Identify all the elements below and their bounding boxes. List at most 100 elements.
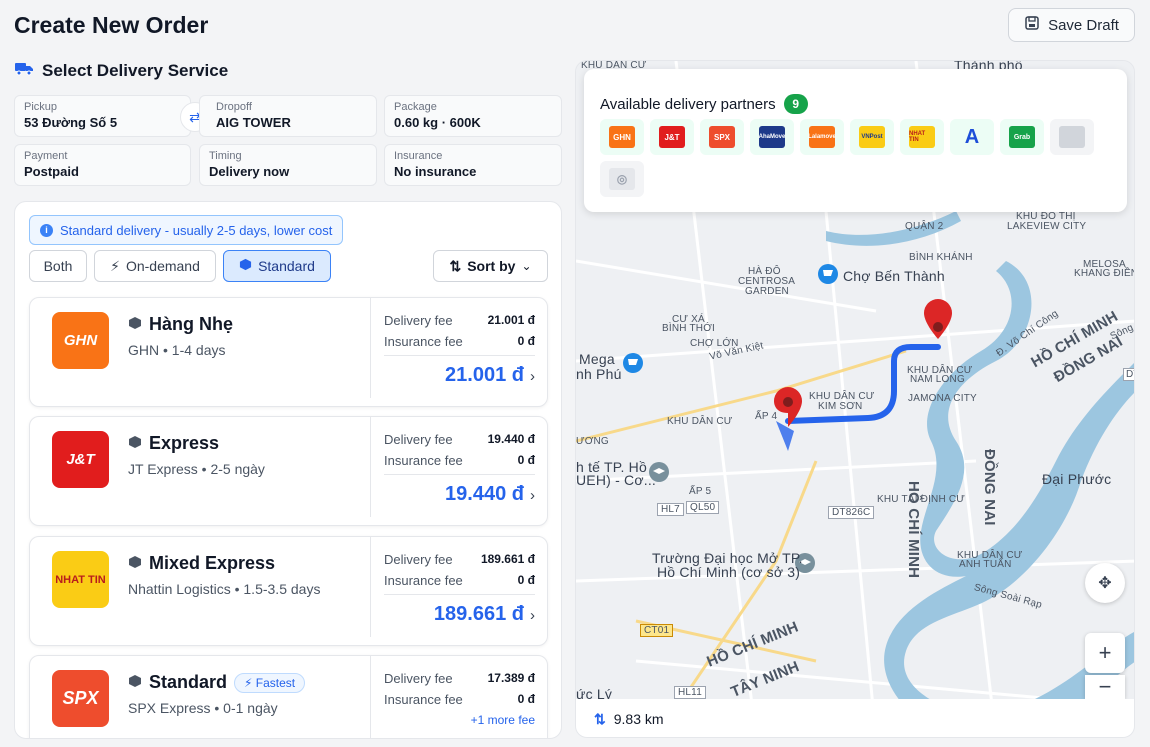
chevron-down-icon: ⌄	[521, 259, 532, 273]
service-list-panel: i Standard delivery - usually 2-5 days, …	[14, 201, 562, 739]
insurance-field[interactable]: Insurance No insurance	[384, 144, 562, 186]
map-label: Chợ Bến Thành	[843, 268, 945, 284]
service-carrier: GHN • 1-4 days	[128, 342, 226, 358]
box-icon	[128, 433, 142, 454]
partner-logo-a[interactable]: A	[950, 119, 994, 155]
package-field[interactable]: Package 0.60 kg · 600K	[384, 95, 562, 137]
insurance-fee-label: Insurance fee	[384, 453, 463, 468]
fullscreen-button[interactable]: ✥	[1085, 563, 1125, 603]
delivery-fee-value: 17.389 đ	[487, 671, 535, 685]
delivery-fee-label: Delivery fee	[384, 552, 453, 567]
minus-icon: −	[1098, 674, 1112, 699]
spx-logo: SPX	[52, 670, 109, 727]
service-card[interactable]: SPX Standard ⚡︎ Fastest SPX Express • 0-1…	[29, 655, 548, 738]
lightning-icon: ⚡︎	[110, 257, 120, 274]
service-carrier: SPX Express • 0-1 ngày	[128, 700, 278, 716]
expand-icon: ✥	[1098, 575, 1112, 592]
plus-icon: +	[1098, 640, 1112, 665]
filter-both-button[interactable]: Both	[29, 250, 87, 282]
chevron-right-icon: ›	[530, 487, 535, 504]
shopping-cart-icon	[623, 353, 643, 373]
partner-logo-lalamove[interactable]: Lalamove	[800, 119, 844, 155]
partner-logo-unknown[interactable]: ◎	[600, 161, 644, 197]
route-distance-bar: ⇅ 9.83 km	[576, 699, 1134, 737]
partner-logo-nhattin[interactable]: NHAT TIN	[900, 119, 944, 155]
delivery-notice: i Standard delivery - usually 2-5 days, …	[29, 215, 344, 245]
total-fee: 21.001 đ	[445, 364, 524, 386]
insurance-label: Insurance	[394, 150, 443, 162]
section-title: Select Delivery Service	[14, 60, 228, 81]
map-label: HỒ CHÍ MINH	[905, 481, 922, 579]
dropoff-field[interactable]: Dropoff AIG TOWER	[199, 95, 377, 137]
partner-logo-ghn[interactable]: GHN	[600, 119, 644, 155]
payment-field[interactable]: Payment Postpaid	[14, 144, 191, 186]
timing-label: Timing	[209, 150, 242, 162]
delivery-notice-text: Standard delivery - usually 2-5 days, lo…	[60, 222, 333, 238]
section-title-text: Select Delivery Service	[42, 60, 229, 80]
timing-field[interactable]: Timing Delivery now	[199, 144, 377, 186]
map-label: KIM SƠN	[818, 401, 863, 412]
save-draft-button[interactable]: Save Draft	[1008, 8, 1135, 42]
insurance-fee-value: 0 đ	[517, 573, 535, 587]
service-name: Mixed Express	[128, 553, 275, 574]
ghn-logo: GHN	[52, 312, 109, 369]
map-label: BÌNH KHÁNH	[909, 252, 973, 263]
service-card[interactable]: NHAT TIN Mixed Express Nhattin Logistics…	[29, 536, 548, 646]
box-icon	[128, 672, 142, 693]
partner-logo-text: GHN	[609, 126, 635, 148]
service-card[interactable]: J&T Express JT Express • 2-5 ngày Delive…	[29, 416, 548, 526]
filter-on-demand-label: On-demand	[125, 258, 200, 274]
route-distance: 9.83 km	[613, 711, 664, 727]
map-label: HL11	[674, 686, 706, 699]
dropoff-value: AIG TOWER	[216, 115, 291, 130]
partner-logo-text: VNPost	[859, 126, 885, 148]
sort-by-button[interactable]: ⇅ Sort by ⌄	[433, 250, 548, 282]
route-map[interactable]: KHU DÂN CƯ Thành phố QUẬN 2 KHU ĐÔ THỊ L…	[575, 60, 1135, 738]
service-card[interactable]: GHN Hàng Nhẹ GHN • 1-4 days Delivery fee…	[29, 297, 548, 407]
total-fee: 189.661 đ	[433, 603, 524, 625]
box-icon	[128, 314, 142, 335]
route-icon: ⇅	[594, 710, 606, 727]
map-label: CT01	[640, 624, 674, 637]
package-label: Package	[394, 101, 437, 113]
jt-express-logo: J&T	[52, 431, 109, 488]
delivery-fee-label: Delivery fee	[384, 432, 453, 447]
partner-logo-spx[interactable]: SPX	[700, 119, 744, 155]
map-label: UEH) - Cơ...	[576, 472, 657, 488]
partner-logo-unknown[interactable]	[1050, 119, 1094, 155]
map-label: QUẬN 2	[905, 221, 944, 232]
save-draft-label: Save Draft	[1048, 16, 1119, 34]
info-icon: i	[40, 223, 53, 237]
insurance-fee-value: 0 đ	[517, 453, 535, 467]
pickup-value: 53 Đường Số 5	[24, 115, 118, 130]
partner-logo-text: NHAT TIN	[909, 126, 935, 148]
map-label: ANH TUẤN	[959, 559, 1012, 570]
map-label: LAKEVIEW CITY	[1007, 221, 1087, 232]
map-label: GARDEN	[745, 286, 789, 297]
delivery-partners-panel: Available delivery partners 9 GHN J&T SP…	[584, 69, 1127, 212]
delivery-fee-value: 19.440 đ	[487, 432, 535, 446]
partner-logo-grab[interactable]: Grab	[1000, 119, 1044, 155]
more-fee-link[interactable]: +1 more fee	[384, 713, 535, 727]
partner-logo-ahamove[interactable]: AhaMove	[750, 119, 794, 155]
truck-icon	[14, 60, 34, 81]
partner-logo-text: Lalamove	[808, 126, 836, 148]
pickup-field[interactable]: Pickup 53 Đường Số 5	[14, 95, 191, 137]
partner-logo-text: AhaMove	[759, 126, 785, 148]
partner-logo-text: J&T	[659, 126, 685, 148]
map-label: Đại Phước	[1042, 471, 1112, 487]
map-label: DT826C	[828, 506, 875, 519]
insurance-fee-label: Insurance fee	[384, 334, 463, 349]
map-label: Mega	[579, 351, 615, 367]
partner-logo-vnpost[interactable]: VNPost	[850, 119, 894, 155]
zoom-in-button[interactable]: +	[1085, 633, 1125, 673]
service-carrier: Nhattin Logistics • 1.5-3.5 days	[128, 581, 321, 597]
map-label: NAM LONG	[910, 374, 965, 385]
zoom-out-button[interactable]: −	[1085, 674, 1125, 699]
map-label: BÌNH THỚI	[662, 323, 715, 334]
fee-summary: Delivery fee 21.001 đ Insurance fee 0 đ 21…	[370, 298, 549, 398]
fastest-badge: ⚡︎ Fastest	[234, 672, 306, 693]
filter-on-demand-button[interactable]: ⚡︎ On-demand	[94, 250, 216, 282]
filter-standard-button[interactable]: Standard	[223, 250, 331, 282]
partner-logo-jt[interactable]: J&T	[650, 119, 694, 155]
